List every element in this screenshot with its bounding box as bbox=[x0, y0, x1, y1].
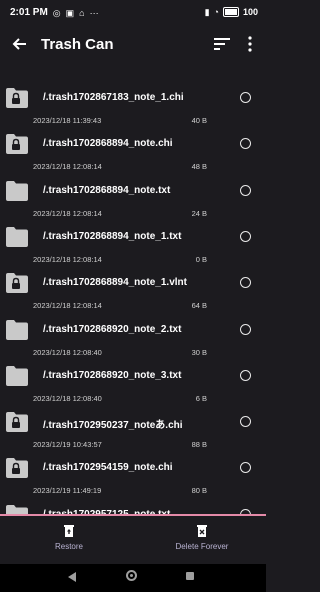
folder-icon bbox=[6, 180, 28, 201]
select-radio[interactable] bbox=[240, 369, 251, 381]
folder-icon bbox=[6, 504, 28, 514]
file-row[interactable]: /.trash1702868920_note_2.txt 2023/12/18 1… bbox=[0, 310, 266, 357]
signal-icon: ▮ bbox=[204, 7, 210, 17]
trash-file-list: /.trash1702867183_note_1.chi 2023/12/18 1… bbox=[0, 74, 266, 514]
select-radio[interactable] bbox=[240, 138, 251, 150]
select-radio[interactable] bbox=[240, 230, 251, 242]
battery-level: 100 bbox=[242, 7, 258, 17]
restore-label: Restore bbox=[54, 542, 83, 551]
select-radio[interactable] bbox=[240, 323, 251, 335]
nav-home-icon[interactable] bbox=[126, 570, 137, 581]
folder-icon bbox=[6, 319, 28, 340]
delete-forever-button[interactable]: Delete Forever bbox=[170, 524, 234, 551]
image-icon: ▣ bbox=[65, 7, 75, 18]
file-row[interactable]: /.trash1702868894_note.txt 2023/12/18 12:… bbox=[0, 171, 266, 218]
delete-forever-icon bbox=[197, 525, 207, 537]
home-icon: ⌂ bbox=[79, 7, 85, 18]
file-row[interactable]: /.trash1702868920_note_3.txt 2023/12/18 1… bbox=[0, 356, 266, 403]
locked-folder-icon bbox=[6, 458, 28, 479]
locked-folder-icon bbox=[6, 273, 28, 294]
locked-folder-icon bbox=[6, 88, 28, 108]
bottom-action-bar: Restore Delete Forever bbox=[0, 516, 266, 564]
file-row[interactable]: /.trash1702868894_note.chi 2023/12/18 12:… bbox=[0, 124, 266, 171]
file-row[interactable]: /.trash1702950237_noteあ.chi 2023/12/19 10… bbox=[0, 402, 266, 449]
select-radio[interactable] bbox=[240, 416, 251, 428]
file-name: /.trash1702950237_noteあ.chi bbox=[43, 420, 183, 432]
restore-button[interactable]: Restore bbox=[50, 524, 88, 551]
file-row[interactable]: /.trash1702868894_note_1.txt 2023/12/18 1… bbox=[0, 217, 266, 264]
status-right: ▮ ◔ 100 bbox=[205, 7, 258, 17]
nav-back-icon[interactable] bbox=[68, 572, 76, 582]
select-radio[interactable] bbox=[240, 277, 251, 289]
file-name: /.trash1702954159_note.chi bbox=[43, 462, 173, 474]
locked-folder-icon bbox=[6, 134, 28, 155]
locked-folder-icon bbox=[6, 412, 28, 433]
file-row[interactable]: /.trash1702957125_note.txt bbox=[0, 495, 266, 514]
app-bar: Trash Can bbox=[0, 26, 266, 64]
file-name: /.trash1702868894_note.txt bbox=[43, 184, 171, 196]
file-name: /.trash1702868894_note_1.vlnt bbox=[43, 277, 187, 289]
status-time: 2:01 PM bbox=[10, 7, 48, 18]
delete-forever-label: Delete Forever bbox=[175, 542, 229, 551]
restore-icon bbox=[64, 525, 74, 537]
battery-icon bbox=[222, 7, 239, 17]
arrow-left-icon[interactable] bbox=[10, 34, 30, 54]
file-name: /.trash1702868920_note_3.txt bbox=[43, 369, 182, 381]
file-name: /.trash1702868894_note.chi bbox=[43, 138, 173, 150]
more-vert-icon[interactable] bbox=[246, 36, 254, 52]
file-row[interactable]: /.trash1702867183_note_1.chi 2023/12/18 1… bbox=[0, 78, 266, 125]
more-dots-icon: ··· bbox=[89, 7, 99, 18]
folder-icon bbox=[6, 365, 28, 386]
sort-icon[interactable] bbox=[214, 38, 230, 50]
select-radio[interactable] bbox=[240, 92, 251, 103]
page-title: Trash Can bbox=[41, 36, 114, 53]
select-radio[interactable] bbox=[240, 184, 251, 196]
select-radio[interactable] bbox=[240, 462, 251, 474]
system-nav-bar bbox=[0, 564, 266, 592]
folder-icon bbox=[6, 226, 28, 247]
status-bar: 2:01 PM ◎ ▣ ⌂ ··· ▮ ◔ 100 bbox=[0, 0, 266, 26]
status-left: 2:01 PM ◎ ▣ ⌂ ··· bbox=[10, 7, 99, 18]
file-name: /.trash1702867183_note_1.chi bbox=[43, 92, 184, 103]
nav-recents-icon[interactable] bbox=[186, 572, 194, 580]
file-name: /.trash1702868894_note_1.txt bbox=[43, 230, 182, 242]
file-row[interactable]: /.trash1702954159_note.chi 2023/12/19 11:… bbox=[0, 448, 266, 495]
file-row[interactable]: /.trash1702868894_note_1.vlnt 2023/12/18 … bbox=[0, 263, 266, 310]
instagram-icon: ◎ bbox=[52, 7, 61, 18]
file-name: /.trash1702868920_note_2.txt bbox=[43, 323, 182, 335]
wifi-icon: ◔ bbox=[213, 7, 219, 17]
